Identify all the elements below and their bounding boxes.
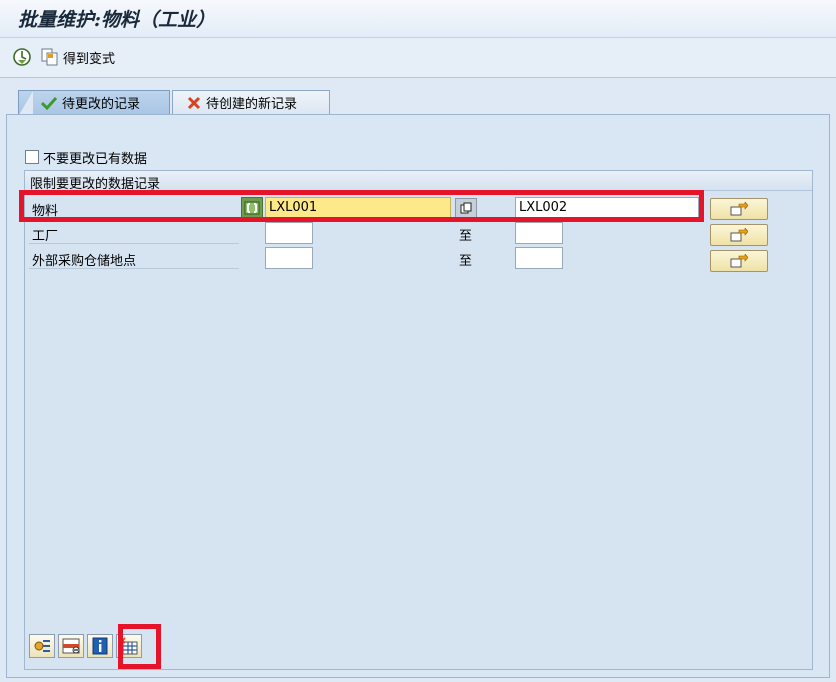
info-icon [92,637,108,655]
variant-settings-icon [34,640,50,652]
material-row: 物料 LXL001 LXL002 [29,195,789,219]
storage-location-from-input[interactable] [265,247,313,269]
get-variant-label: 得到变式 [63,51,116,67]
toolbar: 得到变式 [0,38,836,78]
selection-option-icon[interactable] [241,197,263,218]
plant-to-input[interactable] [515,222,563,244]
to-label: 至 [459,229,473,244]
delete-row-icon [62,638,80,654]
multiple-selection-arrow-icon [730,228,748,242]
multiple-selection-arrow-icon [730,202,748,216]
plant-row: 工厂 至 [29,220,789,244]
tab-corner [19,91,33,115]
material-multiple-selection-button[interactable] [710,198,768,220]
title-bar: 批量维护:物料（工业） [0,0,836,38]
tab-records-to-create[interactable]: 待创建的新记录 [172,90,330,114]
delete-row-button[interactable] [58,634,84,658]
material-from-input[interactable]: LXL001 [265,197,451,219]
variant-settings-button[interactable] [29,634,55,658]
group-title: 限制要更改的数据记录 [25,171,812,192]
plant-label: 工厂 [29,222,239,244]
plant-multiple-selection-button[interactable] [710,224,768,246]
storage-location-to-input[interactable] [515,247,563,269]
panel-content: 不要更改已有数据 限制要更改的数据记录 物料 LXL001 LXL002 工厂 … [15,117,821,673]
checkmark-icon [41,96,57,110]
execute-clock-icon[interactable] [12,47,32,67]
restrict-records-group: 限制要更改的数据记录 物料 LXL001 LXL002 工厂 至 外部采购仓储地… [24,170,813,670]
tab-panel: 不要更改已有数据 限制要更改的数据记录 物料 LXL001 LXL002 工厂 … [6,114,830,678]
tab-records-to-change[interactable]: 待更改的记录 [18,90,170,115]
page-title: 批量维护:物料（工业） [18,9,216,31]
to-label: 至 [459,254,473,269]
get-variant-icon [41,48,58,66]
tab-strip: 待更改的记录 待创建的新记录 [0,78,836,115]
tab-label: 待更改的记录 [62,97,141,112]
info-button[interactable] [87,634,113,658]
multiple-selection-copy-icon[interactable] [455,198,477,218]
bottom-toolbar [29,634,142,660]
no-change-checkbox-row[interactable]: 不要更改已有数据 [25,148,148,167]
storage-location-label: 外部采购仓储地点 [29,247,239,269]
no-change-label: 不要更改已有数据 [43,151,148,167]
storage-location-multiple-selection-button[interactable] [710,250,768,272]
table-select-icon [119,637,138,655]
storage-location-row: 外部采购仓储地点 至 [29,245,789,269]
table-select-button[interactable] [116,634,142,658]
get-variant-button[interactable]: 得到变式 [40,46,115,68]
no-change-checkbox[interactable] [25,150,39,164]
tab-label: 待创建的新记录 [206,97,298,112]
material-label: 物料 [29,197,239,219]
multiple-selection-arrow-icon [730,254,748,268]
red-x-icon [187,96,201,109]
material-to-input[interactable]: LXL002 [515,197,699,219]
plant-from-input[interactable] [265,222,313,244]
